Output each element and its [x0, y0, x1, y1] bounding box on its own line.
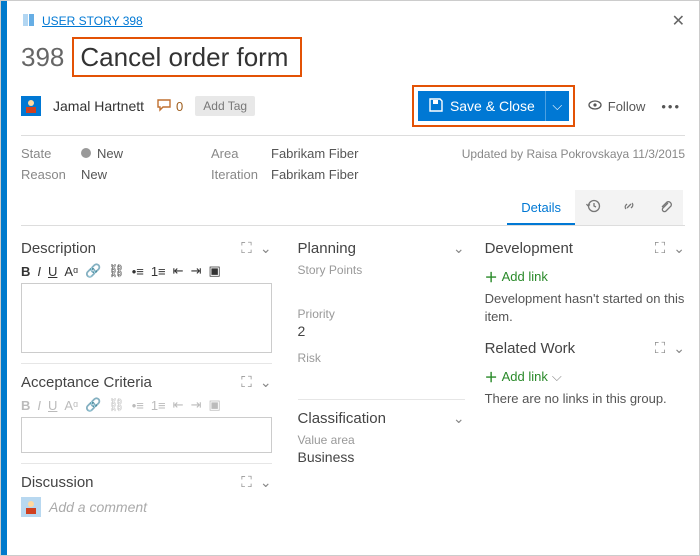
priority-label: Priority: [298, 307, 465, 321]
acceptance-heading: Acceptance Criteria: [21, 374, 152, 391]
value-area-value[interactable]: Business: [298, 447, 465, 471]
area-value[interactable]: Fabrikam Fiber: [271, 146, 411, 161]
collapse-toggle[interactable]: [453, 240, 465, 257]
link-icon[interactable]: 🔗: [85, 263, 101, 279]
comment-count[interactable]: 0: [156, 97, 183, 116]
iteration-value[interactable]: Fabrikam Fiber: [271, 167, 411, 182]
link-icon[interactable]: 🔗: [85, 397, 101, 413]
collapse-toggle[interactable]: [260, 374, 272, 391]
area-label: Area: [211, 146, 271, 161]
bold-icon[interactable]: B: [21, 398, 30, 413]
attachment-icon: [657, 198, 673, 217]
risk-label: Risk: [298, 351, 465, 365]
save-dropdown-caret[interactable]: ⌵: [545, 91, 569, 121]
italic-icon[interactable]: I: [37, 264, 41, 279]
related-add-link[interactable]: ＋ Add link ⌵: [485, 363, 685, 390]
iteration-label: Iteration: [211, 167, 271, 182]
more-actions-button[interactable]: •••: [657, 99, 685, 114]
updated-by-text: Updated by Raisa Pokrovskaya 11/3/2015: [411, 147, 685, 161]
description-toolbar[interactable]: B I U Aᵅ 🔗 ⛓ •≡ 1≡ ⇤ ⇥ ▣: [21, 263, 272, 279]
follow-button[interactable]: Follow: [587, 97, 646, 116]
collapse-toggle[interactable]: [260, 474, 272, 491]
plus-icon: ＋: [485, 367, 498, 386]
current-user-avatar: [21, 497, 41, 517]
state-dot-icon: [81, 148, 91, 158]
save-and-close-button[interactable]: Save & Close ⌵: [418, 91, 569, 121]
expand-icon[interactable]: ⛶: [655, 340, 666, 357]
breadcrumb-link[interactable]: USER STORY 398: [21, 12, 143, 31]
underline-icon[interactable]: U: [48, 398, 57, 413]
unlink-icon[interactable]: ⛓: [108, 263, 125, 279]
acceptance-toolbar[interactable]: B I U Aᵅ 🔗 ⛓ •≡ 1≡ ⇤ ⇥ ▣: [21, 397, 272, 413]
bold-icon[interactable]: B: [21, 264, 30, 279]
tab-history[interactable]: [575, 190, 611, 225]
book-icon: [21, 12, 37, 31]
development-empty-text: Development hasn't started on this item.: [485, 290, 685, 336]
comment-icon: [156, 97, 172, 116]
story-points-value[interactable]: [298, 277, 465, 301]
description-heading: Description: [21, 240, 96, 257]
classification-heading: Classification: [298, 410, 386, 427]
add-tag-button[interactable]: Add Tag: [195, 96, 255, 116]
expand-icon[interactable]: ⛶: [655, 240, 666, 257]
description-editor[interactable]: [21, 283, 272, 353]
title-input[interactable]: [72, 37, 302, 77]
underline-icon[interactable]: U: [48, 264, 57, 279]
assignee-name[interactable]: Jamal Hartnett: [53, 98, 144, 114]
related-work-heading: Related Work: [485, 340, 576, 357]
tab-links[interactable]: [611, 190, 647, 225]
bullet-list-icon[interactable]: •≡: [132, 398, 144, 413]
development-heading: Development: [485, 240, 573, 257]
value-area-label: Value area: [298, 433, 465, 447]
work-item-id: 398: [21, 42, 64, 73]
risk-value[interactable]: [298, 365, 465, 389]
unlink-icon[interactable]: ⛓: [108, 397, 125, 413]
planning-heading: Planning: [298, 240, 356, 257]
discussion-heading: Discussion: [21, 474, 94, 491]
font-letter-icon[interactable]: Aᵅ: [64, 264, 78, 279]
collapse-toggle[interactable]: [260, 240, 272, 257]
history-icon: [585, 198, 601, 217]
breadcrumb-label: USER STORY 398: [42, 14, 143, 28]
expand-icon[interactable]: ⛶: [241, 474, 252, 491]
expand-icon[interactable]: ⛶: [241, 240, 252, 257]
outdent-icon[interactable]: ⇤: [173, 263, 184, 279]
indent-icon[interactable]: ⇥: [191, 263, 202, 279]
image-icon[interactable]: ▣: [208, 397, 220, 413]
chevron-down-icon: ⌵: [552, 369, 562, 385]
number-list-icon[interactable]: 1≡: [151, 398, 166, 413]
follow-eye-icon: [587, 97, 603, 116]
related-empty-text: There are no links in this group.: [485, 390, 685, 418]
reason-value[interactable]: New: [81, 167, 211, 182]
bullet-list-icon[interactable]: •≡: [132, 264, 144, 279]
state-label: State: [21, 146, 81, 161]
plus-icon: ＋: [485, 267, 498, 286]
priority-value[interactable]: 2: [298, 321, 465, 345]
reason-label: Reason: [21, 167, 81, 182]
story-points-label: Story Points: [298, 263, 465, 277]
font-letter-icon[interactable]: Aᵅ: [64, 398, 78, 413]
tab-details[interactable]: Details: [507, 192, 575, 225]
expand-icon[interactable]: ⛶: [241, 374, 252, 391]
chevron-down-icon: ⌵: [552, 98, 562, 114]
indent-icon[interactable]: ⇥: [191, 397, 202, 413]
links-icon: [621, 198, 637, 217]
outdent-icon[interactable]: ⇤: [173, 397, 184, 413]
state-value[interactable]: New: [81, 146, 211, 161]
collapse-toggle[interactable]: [673, 240, 685, 257]
comment-input[interactable]: Add a comment: [49, 499, 147, 515]
close-icon[interactable]: ✕: [672, 11, 685, 31]
type-color-stripe: [1, 1, 7, 555]
tab-attachments[interactable]: [647, 190, 683, 225]
collapse-toggle[interactable]: [453, 410, 465, 427]
image-icon[interactable]: ▣: [208, 263, 220, 279]
number-list-icon[interactable]: 1≡: [151, 264, 166, 279]
save-disk-icon: [428, 97, 444, 116]
italic-icon[interactable]: I: [37, 398, 41, 413]
acceptance-editor[interactable]: [21, 417, 272, 453]
collapse-toggle[interactable]: [673, 340, 685, 357]
development-add-link[interactable]: ＋ Add link: [485, 263, 685, 290]
assignee-avatar[interactable]: [21, 96, 41, 116]
